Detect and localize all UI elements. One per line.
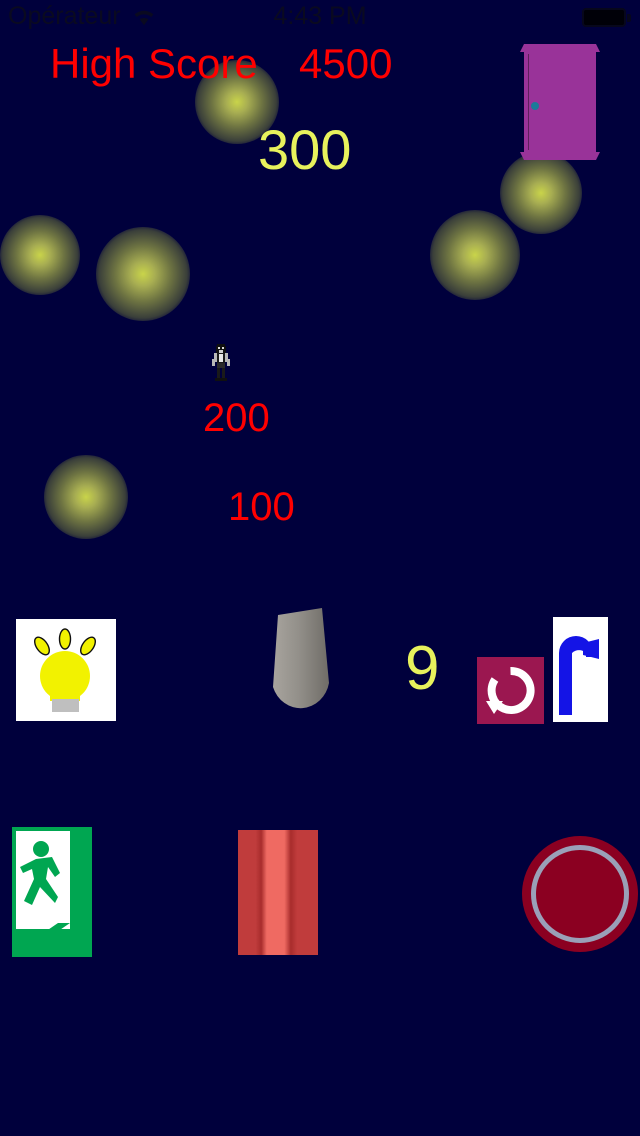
lightbulb-icon[interactable] (16, 619, 116, 721)
red-round-button[interactable] (522, 836, 638, 952)
score-popup-100: 100 (228, 485, 295, 529)
high-score-value: 4500 (299, 40, 393, 87)
door-knob-icon (531, 102, 539, 110)
glow-orb (500, 152, 582, 234)
clock-label: 4:43 PM (273, 2, 367, 30)
blue-hook-icon[interactable] (553, 617, 608, 722)
rotate-ccw-icon[interactable] (477, 657, 544, 724)
glow-orb (430, 210, 520, 300)
glow-orb (0, 215, 80, 295)
purple-door[interactable] (520, 44, 600, 160)
life-counter-value: 9 (405, 634, 440, 703)
penguin-character-sprite[interactable] (208, 344, 234, 382)
status-bar: Opérateur 4:43 PM (0, 0, 640, 34)
red-striped-bar[interactable] (238, 830, 318, 955)
emergency-exit-icon[interactable] (12, 827, 92, 957)
battery-icon (582, 8, 626, 27)
door-bottom-trim (520, 152, 600, 160)
glow-orb (44, 455, 128, 539)
door-edge-line (528, 54, 529, 150)
high-score-label: High Score (50, 40, 258, 87)
gray-blob-shape[interactable] (265, 605, 337, 720)
glow-orb (96, 227, 190, 321)
red-button-ring (531, 845, 629, 943)
game-screen: Opérateur 4:43 PM High Score 4500 300 20… (0, 0, 640, 1136)
battery-cap-icon (627, 14, 631, 22)
score-popup-300: 300 (258, 118, 352, 181)
score-popup-200: 200 (203, 396, 270, 440)
